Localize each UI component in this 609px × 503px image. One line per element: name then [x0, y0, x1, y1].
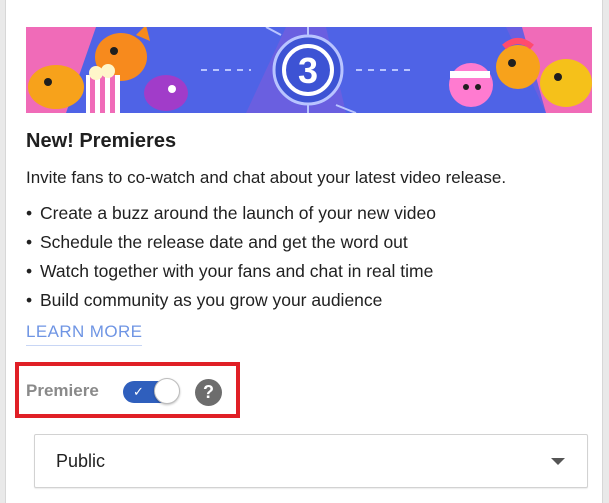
bullet-icon: •: [26, 290, 33, 310]
bullet-icon: •: [26, 261, 33, 281]
premiere-label: Premiere: [26, 381, 99, 400]
visibility-select[interactable]: Public: [34, 434, 588, 488]
dropdown-arrow-icon: [551, 458, 565, 465]
help-icon[interactable]: ?: [195, 379, 222, 406]
visibility-selected-value: Public: [56, 451, 106, 471]
premieres-card: 3 New! Premieres Invite fans to co-watch…: [5, 0, 603, 503]
feature-list-item: • Schedule the release date and get the w…: [26, 229, 436, 258]
bullet-icon: •: [26, 232, 33, 252]
feature-list-item: • Watch together with your fans and chat …: [26, 258, 436, 287]
check-icon: ✓: [133, 384, 144, 399]
card-title: New! Premieres: [26, 130, 177, 152]
banner-countdown-number: 3: [298, 50, 318, 91]
feature-list: • Create a buzz around the launch of your…: [26, 200, 436, 316]
bullet-icon: •: [26, 203, 33, 223]
toggle-knob: [154, 378, 180, 404]
premiere-toggle[interactable]: ✓: [123, 378, 181, 406]
feature-list-item: • Build community as you grow your audien…: [26, 287, 436, 316]
card-description: Invite fans to co-watch and chat about y…: [26, 168, 507, 187]
premieres-banner: 3: [26, 27, 592, 113]
banner-illustration: 3: [26, 27, 592, 113]
learn-more-link[interactable]: LEARN MORE: [26, 322, 143, 346]
feature-list-item: • Create a buzz around the launch of your…: [26, 200, 436, 229]
